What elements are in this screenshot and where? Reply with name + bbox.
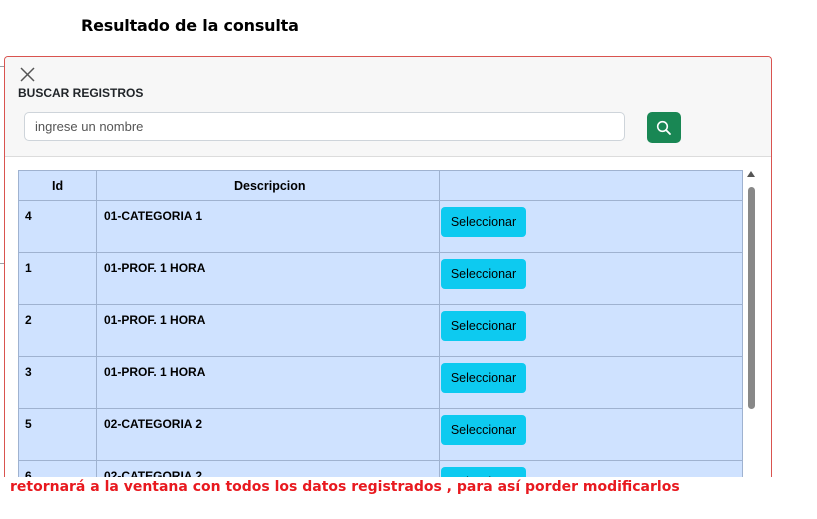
cell-action: Seleccionar <box>439 356 743 409</box>
modal-title: BUSCAR REGISTROS <box>18 86 144 100</box>
search-button[interactable] <box>647 112 681 143</box>
scroll-up-arrow-icon[interactable] <box>747 171 755 177</box>
cell-description: 01-CATEGORIA 1 <box>96 200 440 253</box>
cell-action: Seleccionar <box>439 408 743 461</box>
scrollbar-thumb[interactable] <box>748 187 755 409</box>
cell-action: Seleccionar <box>439 252 743 305</box>
cell-description: 01-PROF. 1 HORA <box>96 252 440 305</box>
cell-id: 2 <box>18 304 97 357</box>
cell-action: Seleccionar <box>439 304 743 357</box>
search-modal: BUSCAR REGISTROS Id Descripcion <box>4 56 772 477</box>
cell-id: 3 <box>18 356 97 409</box>
table-row: 6 02-CATEGORIA 2 Seleccionar <box>18 460 743 477</box>
select-button[interactable]: Seleccionar <box>441 363 526 393</box>
column-header-description: Descripcion <box>96 170 440 201</box>
table-scrollbar[interactable] <box>745 170 759 477</box>
table-row: 5 02-CATEGORIA 2 Seleccionar <box>18 408 743 461</box>
column-header-action <box>439 170 743 201</box>
select-button[interactable]: Seleccionar <box>441 467 526 477</box>
table-header-row: Id Descripcion <box>18 170 743 201</box>
cell-description: 02-CATEGORIA 2 <box>96 460 440 477</box>
table-row: 4 01-CATEGORIA 1 Seleccionar <box>18 200 743 253</box>
cell-id: 5 <box>18 408 97 461</box>
cell-id: 6 <box>18 460 97 477</box>
cell-description: 01-PROF. 1 HORA <box>96 356 440 409</box>
cell-id: 1 <box>18 252 97 305</box>
results-table: Id Descripcion 4 01-CATEGORIA 1 Seleccio… <box>18 170 743 477</box>
select-button[interactable]: Seleccionar <box>441 259 526 289</box>
select-button[interactable]: Seleccionar <box>441 207 526 237</box>
select-button[interactable]: Seleccionar <box>441 415 526 445</box>
search-input[interactable] <box>24 112 625 141</box>
footer-note: retornará a la ventana con todos los dat… <box>10 479 680 495</box>
table-row: 3 01-PROF. 1 HORA Seleccionar <box>18 356 743 409</box>
search-icon <box>656 120 671 135</box>
table-row: 2 01-PROF. 1 HORA Seleccionar <box>18 304 743 357</box>
column-header-id: Id <box>18 170 97 201</box>
table-row: 1 01-PROF. 1 HORA Seleccionar <box>18 252 743 305</box>
cell-action: Seleccionar <box>439 460 743 477</box>
close-icon[interactable] <box>17 64 39 86</box>
page-title: Resultado de la consulta <box>81 16 299 35</box>
cell-description: 02-CATEGORIA 2 <box>96 408 440 461</box>
cell-id: 4 <box>18 200 97 253</box>
select-button[interactable]: Seleccionar <box>441 311 526 341</box>
modal-header: BUSCAR REGISTROS <box>5 57 771 157</box>
cell-description: 01-PROF. 1 HORA <box>96 304 440 357</box>
cell-action: Seleccionar <box>439 200 743 253</box>
